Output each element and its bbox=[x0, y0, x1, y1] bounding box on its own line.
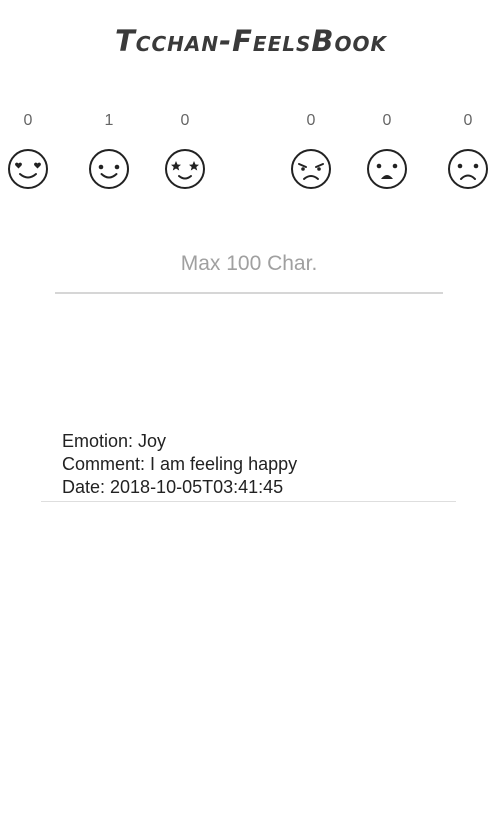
app-title: Tcchan-FeelsBook bbox=[114, 24, 388, 58]
smiling-face-icon bbox=[89, 149, 129, 189]
star-eyes-face-icon bbox=[165, 149, 205, 189]
emotion-button-joy[interactable]: 1 bbox=[84, 112, 134, 202]
emotion-count-love: 0 bbox=[23, 112, 33, 129]
heart-eyes-face-icon bbox=[8, 149, 48, 189]
list-item[interactable]: Emotion: Joy Comment: I am feeling happy… bbox=[41, 430, 456, 502]
history-emotion: Emotion: Joy bbox=[62, 431, 167, 451]
emotion-count-surprise: 0 bbox=[180, 112, 190, 129]
fearful-face-icon bbox=[367, 149, 407, 189]
emotion-button-surprise[interactable]: 0 bbox=[160, 112, 210, 202]
comment-field bbox=[55, 240, 443, 294]
angry-face-icon bbox=[291, 149, 331, 189]
emotion-button-row: 0 1 0 0 0 0 bbox=[0, 112, 502, 202]
emotion-button-sadness[interactable]: 0 bbox=[443, 112, 493, 202]
comment-input[interactable] bbox=[55, 240, 443, 288]
emotion-button-anger[interactable]: 0 bbox=[286, 112, 336, 202]
history-date: Date: 2018-10-05T03:41:45 bbox=[62, 477, 284, 497]
emotion-button-love[interactable]: 0 bbox=[3, 112, 53, 202]
emotion-count-joy: 1 bbox=[104, 112, 114, 129]
history-comment: Comment: I am feeling happy bbox=[62, 454, 298, 474]
emotion-count-anger: 0 bbox=[306, 112, 316, 129]
emotion-history-list[interactable]: Emotion: Joy Comment: I am feeling happy… bbox=[41, 430, 456, 502]
emotion-button-fear[interactable]: 0 bbox=[362, 112, 412, 202]
sad-face-icon bbox=[448, 149, 488, 189]
emotion-count-fear: 0 bbox=[382, 112, 392, 129]
emotion-count-sadness: 0 bbox=[463, 112, 473, 129]
